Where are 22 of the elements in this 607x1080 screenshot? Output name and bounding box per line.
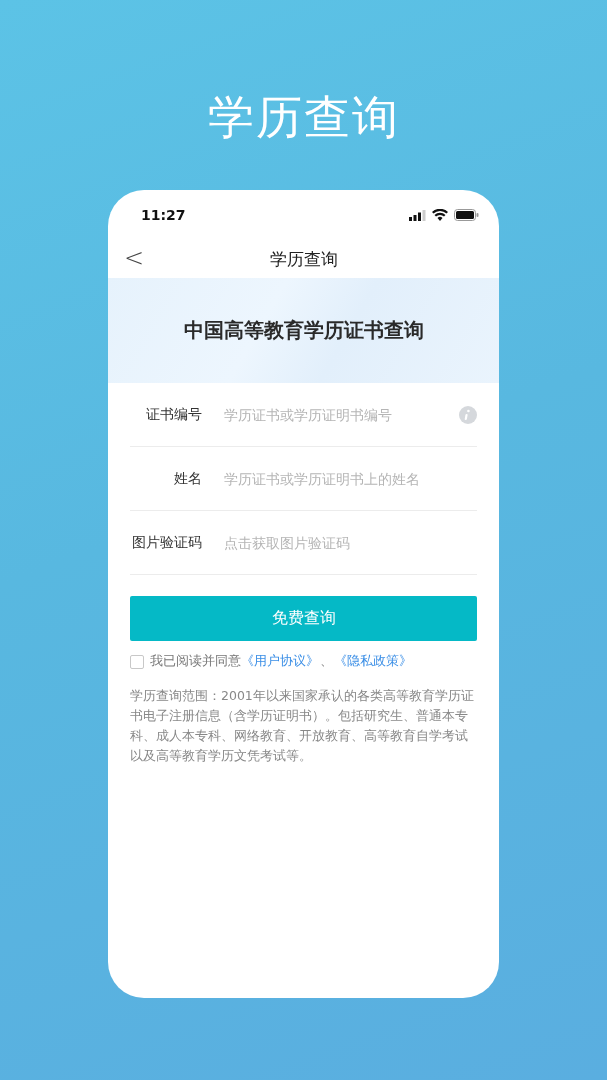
headline: 学历查询 — [207, 89, 400, 146]
agreement-link[interactable]: 《用户协议》 — [241, 653, 319, 670]
input-field[interactable]: 学历证书或学历证明书上的姓名 — [224, 470, 477, 487]
page-title: 学历查询 — [269, 247, 338, 271]
signal-icon — [409, 209, 426, 221]
back-button[interactable]: < — [120, 244, 149, 272]
status-time: 11:27 — [141, 207, 186, 223]
query-button[interactable]: 免费查询 — [130, 596, 477, 641]
field-label: 证书编号 — [145, 405, 202, 424]
info-icon[interactable] — [459, 405, 477, 424]
field-label: 姓名 — [173, 469, 202, 488]
field-label: 图片验证码 — [131, 533, 202, 552]
banner-title: 中国高等教育学历证书查询 — [183, 317, 424, 344]
agreement-text: 我已阅读并同意 — [150, 653, 241, 670]
description-text: 学历查询范围：2001年以来国家承认的各类高等教育学历证书电子注册信息（含学历证明书）。包括研究生、普通本专科、成人本专科、网络教育、开放教育、高等教育自学考试以及高等教育学历文凭考试等。 — [130, 687, 475, 765]
wifi-icon — [432, 209, 448, 221]
separator-text: 、 — [320, 653, 333, 670]
agree-checkbox[interactable] — [130, 654, 144, 669]
input-field[interactable]: 学历证书或学历证明书编号 — [224, 406, 459, 423]
agreement-link[interactable]: 《隐私政策》 — [334, 653, 412, 670]
input-field[interactable]: 点击获取图片验证码 — [224, 534, 477, 551]
battery-icon — [454, 209, 479, 221]
